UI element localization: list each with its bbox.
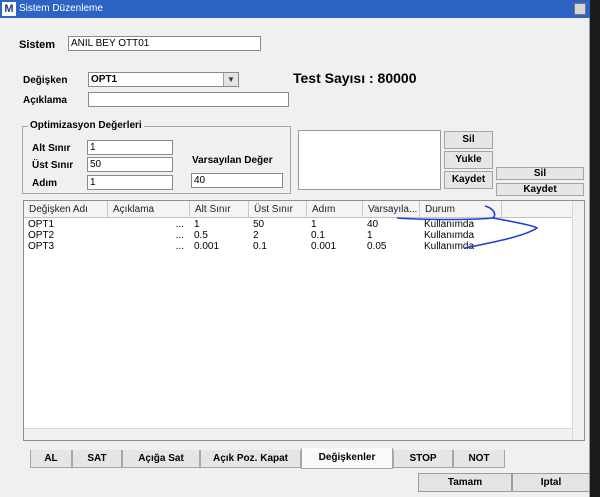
- degisken-select-value: OPT1: [91, 74, 118, 85]
- aciklama-field[interactable]: [88, 92, 289, 107]
- ust-sinir-label: Üst Sınır: [32, 160, 74, 171]
- cell-aciklama: ...: [175, 241, 184, 252]
- grid-horizontal-scrollbar[interactable]: [24, 428, 572, 440]
- sil-button[interactable]: Sil: [496, 167, 584, 180]
- col-header-alt-sinir[interactable]: Alt Sınır: [190, 201, 249, 218]
- iptal-button[interactable]: Iptal: [512, 473, 590, 492]
- cell-ust-sinir: 50: [253, 219, 265, 230]
- cell-degisken-adi: OPT2: [28, 230, 55, 241]
- cell-alt-sinir: 1: [194, 219, 200, 230]
- cell-degisken-adi: OPT3: [28, 241, 55, 252]
- title-bar: M Sistem Düzenleme: [0, 0, 590, 18]
- optimizasyon-group-title: Optimizasyon Değerleri: [28, 120, 144, 131]
- cell-ust-sinir: 2: [253, 230, 259, 241]
- tab-degiskenler[interactable]: Değişkenler: [301, 448, 393, 469]
- aciklama-label: Açıklama: [23, 95, 67, 106]
- col-header-ust-sinir[interactable]: Üst Sınır: [249, 201, 307, 218]
- degisken-select[interactable]: OPT1 ▼: [88, 72, 239, 87]
- tamam-button[interactable]: Tamam: [418, 473, 512, 492]
- ust-sinir-field[interactable]: 50: [87, 157, 173, 172]
- app-icon: M: [2, 2, 16, 16]
- tab-al[interactable]: AL: [30, 450, 72, 468]
- window-title: Sistem Düzenleme: [19, 3, 103, 14]
- test-sayisi-label: Test Sayısı : 80000: [293, 70, 417, 86]
- cell-alt-sinir: 0.001: [194, 241, 220, 252]
- cell-adim: 0.001: [311, 241, 337, 252]
- adim-label: Adım: [32, 178, 57, 189]
- tab-stop[interactable]: STOP: [393, 450, 453, 468]
- cell-adim: 0.1: [311, 230, 325, 241]
- tab-acik-poz-kapat[interactable]: Açık Poz. Kapat: [200, 450, 301, 468]
- varsayilan-field[interactable]: 40: [191, 173, 283, 188]
- cell-ust-sinir: 0.1: [253, 241, 267, 252]
- value-listbox[interactable]: [298, 130, 441, 190]
- grid-vertical-scrollbar[interactable]: [572, 201, 584, 440]
- tab-not[interactable]: NOT: [453, 450, 505, 468]
- tab-aciga-sat[interactable]: Açığa Sat: [122, 450, 200, 468]
- window-close-button[interactable]: [574, 3, 586, 15]
- degisken-label: Değişken: [23, 75, 68, 86]
- col-header-adim[interactable]: Adım: [307, 201, 363, 218]
- list-sil-button[interactable]: Sil: [444, 131, 493, 149]
- sistem-label: Sistem: [19, 39, 56, 51]
- alt-sinir-field[interactable]: 1: [87, 140, 173, 155]
- varsayilan-label: Varsayılan Değer: [192, 155, 273, 166]
- list-kaydet-button[interactable]: Kaydet: [444, 171, 493, 189]
- chevron-down-icon[interactable]: ▼: [223, 73, 238, 86]
- sistem-field[interactable]: ANIL BEY OTT01: [68, 36, 261, 51]
- cell-degisken-adi: OPT1: [28, 219, 55, 230]
- alt-sinir-label: Alt Sınır: [32, 143, 71, 154]
- list-yukle-button[interactable]: Yukle: [444, 151, 493, 169]
- cell-aciklama: ...: [175, 230, 184, 241]
- col-header-aciklama[interactable]: Açıklama: [108, 201, 190, 218]
- col-header-degisken-adi[interactable]: Değişken Adı: [24, 201, 108, 218]
- cell-alt-sinir: 0.5: [194, 230, 208, 241]
- tab-sat[interactable]: SAT: [72, 450, 122, 468]
- adim-field[interactable]: 1: [87, 175, 173, 190]
- cell-aciklama: ...: [175, 219, 184, 230]
- cell-adim: 1: [311, 219, 317, 230]
- handdrawn-annotation: [396, 205, 539, 249]
- kaydet-button[interactable]: Kaydet: [496, 183, 584, 196]
- main-window: M Sistem Düzenleme Sistem ANIL BEY OTT01…: [0, 0, 590, 497]
